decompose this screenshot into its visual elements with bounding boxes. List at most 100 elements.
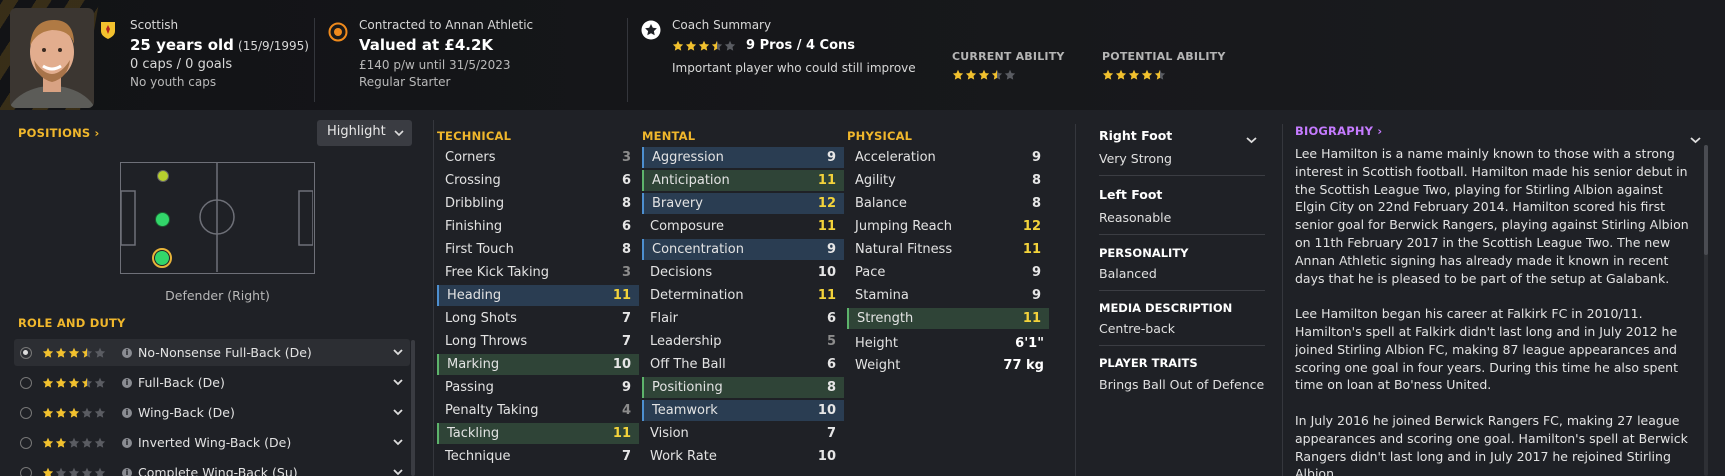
- role-stars: [42, 407, 106, 419]
- attribute-row[interactable]: Dribbling 8: [437, 193, 639, 214]
- biography-header[interactable]: BIOGRAPHY ›: [1295, 124, 1382, 139]
- attribute-value: 6: [826, 311, 836, 326]
- role-stars: [42, 467, 106, 476]
- attribute-row[interactable]: Penalty Taking 4: [437, 400, 639, 421]
- role-radio[interactable]: [20, 406, 32, 419]
- attribute-row[interactable]: Bravery 12: [642, 193, 844, 214]
- attribute-row[interactable]: Agility 8: [847, 170, 1049, 191]
- attribute-value: 8: [1031, 196, 1041, 211]
- position-pitch: [120, 162, 315, 274]
- attribute-name: Crossing: [445, 173, 501, 188]
- info-icon[interactable]: i: [122, 377, 132, 388]
- attribute-row[interactable]: Long Throws 7: [437, 331, 639, 352]
- attribute-name: Long Throws: [445, 334, 528, 349]
- role-row[interactable]: i Wing-Back (De): [14, 399, 410, 426]
- attribute-name: Heading: [447, 288, 502, 303]
- attribute-row[interactable]: Free Kick Taking 3: [437, 262, 639, 283]
- player-value: Valued at £4.2K: [359, 36, 494, 54]
- attribute-row[interactable]: Stamina 9: [847, 285, 1049, 306]
- attribute-value: 9: [826, 242, 836, 257]
- attribute-row[interactable]: Corners 3: [437, 147, 639, 168]
- attribute-value: 6: [826, 357, 836, 372]
- player-trait-item[interactable]: Brings Ball Out of Defence: [1099, 377, 1264, 392]
- attribute-value: 9: [1031, 265, 1041, 280]
- attribute-row[interactable]: Technique 7: [437, 446, 639, 467]
- attribute-row[interactable]: Decisions 10: [642, 262, 844, 283]
- attribute-name: Pace: [855, 265, 886, 280]
- role-row[interactable]: i No-Nonsense Full-Back (De): [14, 339, 410, 366]
- chevron-down-icon[interactable]: [392, 466, 404, 476]
- player-dob: (15/9/1995): [238, 39, 309, 53]
- attribute-name: Jumping Reach: [855, 219, 953, 234]
- role-radio[interactable]: [20, 436, 32, 449]
- position-dot-selected-inner: [155, 251, 169, 265]
- attribute-row[interactable]: Determination 11: [642, 285, 844, 306]
- role-list-scrollbar[interactable]: [411, 340, 415, 476]
- physical-title: PHYSICAL: [847, 129, 913, 143]
- role-label: Inverted Wing-Back (De): [138, 435, 292, 450]
- attribute-row[interactable]: Vision 7: [642, 423, 844, 444]
- role-radio[interactable]: [20, 376, 32, 389]
- role-row[interactable]: i Inverted Wing-Back (De): [14, 429, 410, 456]
- attribute-row[interactable]: Heading 11: [437, 285, 639, 306]
- position-dot-natural: [155, 212, 170, 227]
- attribute-row[interactable]: Long Shots 7: [437, 308, 639, 329]
- club-crest-icon[interactable]: [328, 22, 348, 42]
- info-icon[interactable]: i: [122, 407, 132, 418]
- chevron-down-icon[interactable]: [392, 346, 404, 358]
- attribute-value: 11: [817, 288, 836, 303]
- chevron-down-icon[interactable]: [1690, 136, 1701, 144]
- attribute-row[interactable]: Work Rate 10: [642, 446, 844, 467]
- biography-paragraph: In July 2016 he joined Berwick Rangers F…: [1295, 412, 1688, 476]
- biography-scrollbar[interactable]: [1704, 145, 1708, 476]
- info-icon[interactable]: i: [122, 437, 132, 448]
- attribute-row[interactable]: Acceleration 9: [847, 147, 1049, 168]
- role-row[interactable]: i Full-Back (De): [14, 369, 410, 396]
- contract-club[interactable]: Contracted to Annan Athletic: [359, 18, 533, 32]
- attribute-value: 10: [817, 449, 836, 464]
- attribute-value: 3: [621, 265, 631, 280]
- chevron-down-icon[interactable]: [392, 376, 404, 388]
- attribute-row[interactable]: Strength 11: [847, 308, 1049, 329]
- attribute-row[interactable]: Jumping Reach 12: [847, 216, 1049, 237]
- attribute-row[interactable]: Off The Ball 6: [642, 354, 844, 375]
- biography-title: BIOGRAPHY: [1295, 124, 1374, 138]
- attribute-value: 11: [817, 219, 836, 234]
- attribute-row[interactable]: Marking 10: [437, 354, 639, 375]
- attribute-row[interactable]: Pace 9: [847, 262, 1049, 283]
- coach-summary-block[interactable]: Coach Summary 9 Pros / 4 Cons Important …: [672, 18, 916, 75]
- attribute-row[interactable]: First Touch 8: [437, 239, 639, 260]
- attribute-row[interactable]: Leadership 5: [642, 331, 844, 352]
- role-radio[interactable]: [20, 466, 32, 476]
- role-radio[interactable]: [20, 346, 32, 359]
- attribute-row[interactable]: Crossing 6: [437, 170, 639, 191]
- chevron-down-icon[interactable]: [392, 436, 404, 448]
- attribute-row[interactable]: Concentration 9: [642, 239, 844, 260]
- chevron-down-icon[interactable]: [392, 406, 404, 418]
- positions-header[interactable]: POSITIONS ›: [18, 126, 99, 141]
- mental-title: MENTAL: [642, 129, 696, 143]
- biography-scroll-thumb[interactable]: [1704, 145, 1708, 255]
- attribute-row[interactable]: Finishing 6: [437, 216, 639, 237]
- role-row[interactable]: i Complete Wing-Back (Su): [14, 459, 410, 476]
- attribute-row[interactable]: Composure 11: [642, 216, 844, 237]
- attribute-row[interactable]: Passing 9: [437, 377, 639, 398]
- info-icon[interactable]: i: [122, 467, 132, 476]
- attribute-row[interactable]: Teamwork 10: [642, 400, 844, 421]
- panel-divider: [1282, 124, 1283, 476]
- attribute-row[interactable]: Tackling 11: [437, 423, 639, 444]
- attribute-row[interactable]: Natural Fitness 11: [847, 239, 1049, 260]
- chevron-down-icon[interactable]: [1246, 136, 1257, 144]
- weight-value: 77 kg: [1003, 358, 1044, 373]
- attribute-row[interactable]: Positioning 8: [642, 377, 844, 398]
- nationality: Scottish: [130, 18, 179, 32]
- attribute-value: 10: [817, 265, 836, 280]
- highlight-dropdown[interactable]: Highlight: [317, 120, 412, 146]
- biography-text: Lee Hamilton is a name mainly known to t…: [1295, 145, 1690, 476]
- attribute-row[interactable]: Aggression 9: [642, 147, 844, 168]
- attribute-row[interactable]: Flair 6: [642, 308, 844, 329]
- attribute-row[interactable]: Balance 8: [847, 193, 1049, 214]
- info-icon[interactable]: i: [122, 347, 132, 358]
- attribute-value: 11: [1022, 311, 1041, 326]
- attribute-row[interactable]: Anticipation 11: [642, 170, 844, 191]
